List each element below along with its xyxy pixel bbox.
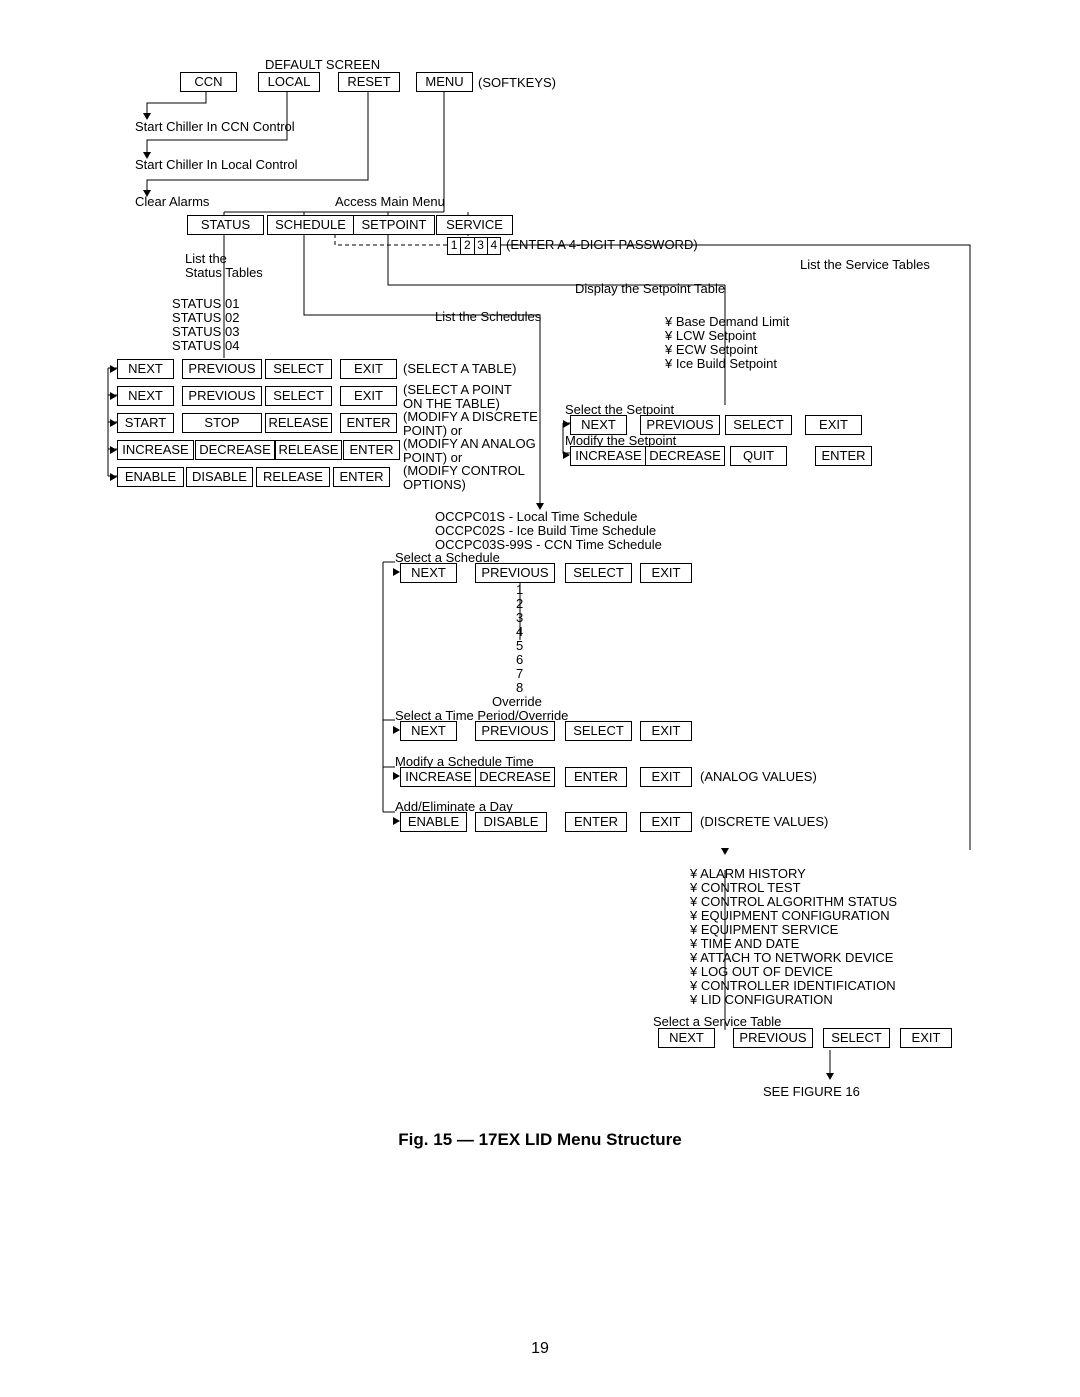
sp-r1-c3[interactable]: EXIT [805, 415, 862, 435]
sp-r1-c2[interactable]: SELECT [725, 415, 792, 435]
label-clear-alarms: Clear Alarms [135, 195, 209, 209]
label-list-status: List the Status Tables [185, 252, 263, 281]
label-start-local: Start Chiller In Local Control [135, 158, 298, 172]
sch-r4-note: (DISCRETE VALUES) [700, 815, 828, 829]
page-number: 19 [0, 1340, 1080, 1358]
pw-d3: 3 [475, 238, 488, 254]
setpoint-item-3: ¥ Ice Build Setpoint [665, 357, 777, 371]
arrow-icon [110, 446, 117, 454]
sch-r3-c0[interactable]: INCREASE [400, 767, 477, 787]
status-r4-c1[interactable]: DISABLE [186, 467, 253, 487]
status-r1-c2[interactable]: SELECT [265, 386, 332, 406]
arrow-icon [393, 817, 400, 825]
figure-caption: Fig. 15 — 17EX LID Menu Structure [0, 1130, 1080, 1150]
sch-r4-c3[interactable]: EXIT [640, 812, 692, 832]
svc-r-c3[interactable]: EXIT [900, 1028, 952, 1048]
status-r0-c0[interactable]: NEXT [117, 359, 174, 379]
status-r2-note: (MODIFY A DISCRETE POINT) or [403, 410, 543, 439]
label-default-screen: DEFAULT SCREEN [265, 58, 380, 72]
sch-r2-c2[interactable]: SELECT [565, 721, 632, 741]
arrow-icon [110, 473, 117, 481]
sp-r2-c1[interactable]: DECREASE [645, 446, 725, 466]
status-r3-note: (MODIFY AN ANALOG POINT) or [403, 437, 543, 466]
btn-menu[interactable]: MENU [416, 72, 473, 92]
sch-r4-c1[interactable]: DISABLE [475, 812, 547, 832]
svc-item-9: ¥ LID CONFIGURATION [690, 993, 833, 1007]
sp-r2-c3[interactable]: ENTER [815, 446, 872, 466]
status-r4-note: (MODIFY CONTROL OPTIONS) [403, 464, 543, 493]
status-r2-c0[interactable]: START [117, 413, 174, 433]
arrow-icon [393, 726, 400, 734]
status-r3-c3[interactable]: ENTER [343, 440, 400, 460]
status-item-3: STATUS 04 [172, 339, 239, 353]
status-r2-c3[interactable]: ENTER [340, 413, 397, 433]
label-see-figure: SEE FIGURE 16 [763, 1085, 860, 1099]
arrow-icon [721, 848, 729, 855]
btn-reset[interactable]: RESET [338, 72, 400, 92]
pw-d2: 2 [461, 238, 474, 254]
status-r3-c2[interactable]: RELEASE [275, 440, 342, 460]
sch-r4-c2[interactable]: ENTER [565, 812, 627, 832]
status-r4-c2[interactable]: RELEASE [256, 467, 330, 487]
svc-r-c1[interactable]: PREVIOUS [733, 1028, 813, 1048]
sch-r1-c3[interactable]: EXIT [640, 563, 692, 583]
page: DEFAULT SCREEN (SOFTKEYS) CCN LOCAL RESE… [0, 0, 1080, 1397]
status-r2-c2[interactable]: RELEASE [265, 413, 332, 433]
sch-r4-c0[interactable]: ENABLE [400, 812, 467, 832]
sch-r2-c0[interactable]: NEXT [400, 721, 457, 741]
sch-r1-c1[interactable]: PREVIOUS [475, 563, 555, 583]
btn-status[interactable]: STATUS [187, 215, 264, 235]
status-r0-c2[interactable]: SELECT [265, 359, 332, 379]
sch-r3-c1[interactable]: DECREASE [475, 767, 555, 787]
status-r1-note: (SELECT A POINT ON THE TABLE) [403, 383, 533, 412]
btn-setpoint[interactable]: SETPOINT [353, 215, 435, 235]
label-access-main: Access Main Menu [335, 195, 445, 209]
status-r4-c3[interactable]: ENTER [333, 467, 390, 487]
status-r3-c1[interactable]: DECREASE [195, 440, 275, 460]
sch-r2-c1[interactable]: PREVIOUS [475, 721, 555, 741]
status-r1-c0[interactable]: NEXT [117, 386, 174, 406]
arrow-icon [393, 568, 400, 576]
arrow-icon [110, 419, 117, 427]
status-r1-c3[interactable]: EXIT [340, 386, 397, 406]
pw-d4: 4 [488, 238, 500, 254]
btn-ccn[interactable]: CCN [180, 72, 237, 92]
arrow-icon [110, 392, 117, 400]
sch-r2-c3[interactable]: EXIT [640, 721, 692, 741]
btn-service[interactable]: SERVICE [436, 215, 513, 235]
arrow-icon [110, 365, 117, 373]
label-softkeys: (SOFTKEYS) [478, 76, 556, 90]
btn-schedule[interactable]: SCHEDULE [267, 215, 354, 235]
arrow-icon [563, 420, 570, 428]
label-list-service: List the Service Tables [800, 258, 930, 272]
sch-r3-c2[interactable]: ENTER [565, 767, 627, 787]
svc-r-c0[interactable]: NEXT [658, 1028, 715, 1048]
status-r0-c3[interactable]: EXIT [340, 359, 397, 379]
sch-r1-c0[interactable]: NEXT [400, 563, 457, 583]
sch-r3-note: (ANALOG VALUES) [700, 770, 817, 784]
status-r0-note: (SELECT A TABLE) [403, 362, 516, 376]
status-r0-c1[interactable]: PREVIOUS [182, 359, 262, 379]
password-digits[interactable]: 1 2 3 4 [447, 237, 501, 255]
btn-local[interactable]: LOCAL [258, 72, 320, 92]
status-r3-c0[interactable]: INCREASE [117, 440, 194, 460]
sch-r1-c2[interactable]: SELECT [565, 563, 632, 583]
label-display-setpoint: Display the Setpoint Table [575, 282, 725, 296]
label-password-hint: (ENTER A 4-DIGIT PASSWORD) [506, 238, 698, 252]
pw-d1: 1 [448, 238, 461, 254]
arrow-icon [563, 451, 570, 459]
label-start-ccn: Start Chiller In CCN Control [135, 120, 295, 134]
sp-r2-c0[interactable]: INCREASE [570, 446, 647, 466]
label-list-schedules: List the Schedules [435, 310, 541, 324]
status-r2-c1[interactable]: STOP [182, 413, 262, 433]
sch-r3-c3[interactable]: EXIT [640, 767, 692, 787]
arrow-icon [393, 772, 400, 780]
sp-r2-c2[interactable]: QUIT [730, 446, 787, 466]
arrow-icon [826, 1073, 834, 1080]
svc-r-c2[interactable]: SELECT [823, 1028, 890, 1048]
status-r1-c1[interactable]: PREVIOUS [182, 386, 262, 406]
status-r4-c0[interactable]: ENABLE [117, 467, 184, 487]
